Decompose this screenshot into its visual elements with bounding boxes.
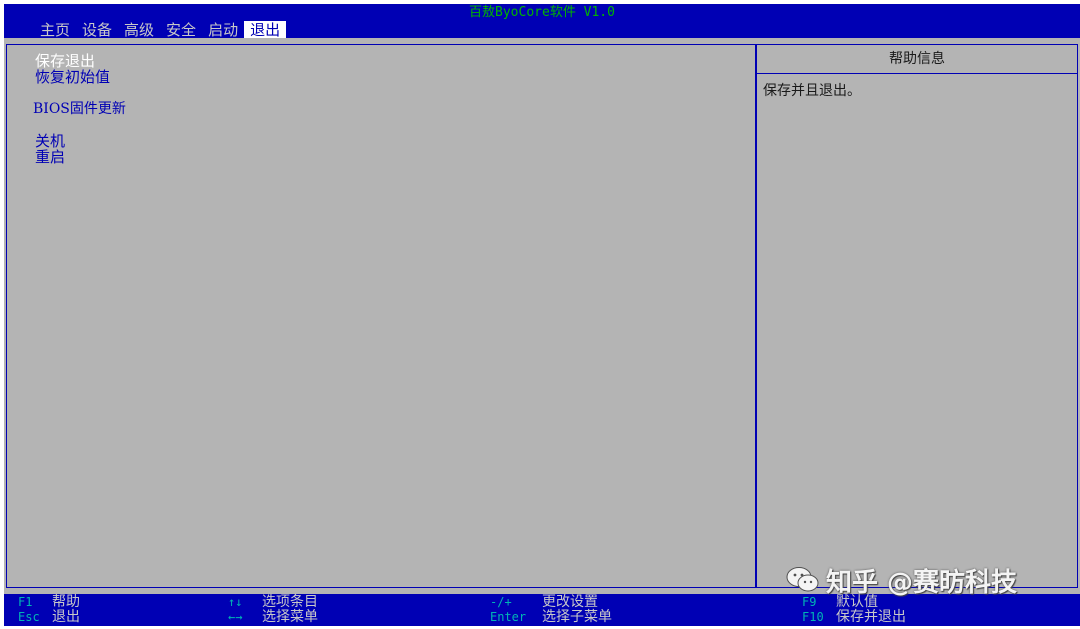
bios-screen: 百敖ByoCore软件 V1.0 主页 设备 高级 安全 启动 退出 保存退出 … bbox=[0, 0, 1080, 629]
key-group-help-exit: F1 帮助 Esc 退出 bbox=[18, 595, 80, 625]
tab-main[interactable]: 主页 bbox=[34, 21, 76, 39]
key-f10-desc: 保存并退出 bbox=[836, 609, 906, 625]
key-enter-desc: 选择子菜单 bbox=[542, 609, 612, 625]
exit-menu: 保存退出 恢复初始值 BIOS固件更新 关机 重启 bbox=[33, 53, 126, 165]
menu-item-bios-update[interactable]: BIOS固件更新 bbox=[33, 101, 126, 117]
tab-advanced[interactable]: 高级 bbox=[118, 21, 160, 39]
help-text: 保存并且退出。 bbox=[763, 83, 861, 99]
help-header: 帮助信息 bbox=[757, 45, 1077, 74]
menu-item-shutdown[interactable]: 关机 bbox=[35, 133, 126, 149]
main-area: 保存退出 恢复初始值 BIOS固件更新 关机 重启 帮助信息 保存并且退出。 bbox=[4, 38, 1080, 594]
key-group-change: -/+ 更改设置 Enter 选择子菜单 bbox=[490, 595, 612, 625]
help-panel: 帮助信息 保存并且退出。 bbox=[756, 44, 1078, 588]
key-f1-desc: 帮助 bbox=[52, 594, 80, 610]
options-panel: 保存退出 恢复初始值 BIOS固件更新 关机 重启 bbox=[6, 44, 756, 588]
tab-exit[interactable]: 退出 bbox=[244, 21, 287, 39]
key-enter: Enter bbox=[490, 610, 527, 624]
watermark-text: 知乎 @赛昉科技 bbox=[826, 567, 1018, 598]
key-group-navigation: ↑↓ 选项条目 ←→ 选择菜单 bbox=[228, 595, 318, 625]
key-up-down: ↑↓ bbox=[228, 595, 243, 609]
menu-item-restore-defaults[interactable]: 恢复初始值 bbox=[35, 69, 126, 85]
window-title: 百敖ByoCore软件 V1.0 bbox=[469, 5, 615, 20]
watermark: 知乎 @赛昉科技 bbox=[786, 560, 1017, 600]
menu-item-reboot[interactable]: 重启 bbox=[35, 149, 126, 165]
menu-item-save-exit[interactable]: 保存退出 bbox=[35, 53, 126, 69]
key-minus-plus: -/+ bbox=[490, 595, 512, 609]
tab-devices[interactable]: 设备 bbox=[76, 21, 118, 39]
menu-spacer bbox=[35, 85, 126, 101]
key-left-right-desc: 选择菜单 bbox=[262, 609, 318, 625]
tab-security[interactable]: 安全 bbox=[160, 21, 202, 39]
tab-bar: 主页 设备 高级 安全 启动 退出 bbox=[34, 21, 287, 39]
key-esc-desc: 退出 bbox=[52, 609, 80, 625]
key-f1: F1 bbox=[18, 595, 33, 609]
key-up-down-desc: 选项条目 bbox=[262, 594, 318, 610]
key-esc: Esc bbox=[18, 610, 40, 624]
wechat-icon bbox=[786, 566, 820, 594]
key-f10: F10 bbox=[802, 610, 824, 624]
menu-spacer bbox=[35, 117, 126, 133]
tab-boot[interactable]: 启动 bbox=[202, 21, 244, 39]
key-minus-plus-desc: 更改设置 bbox=[542, 594, 598, 610]
top-bar: 百敖ByoCore软件 V1.0 主页 设备 高级 安全 启动 退出 bbox=[4, 4, 1080, 39]
key-left-right: ←→ bbox=[228, 610, 243, 624]
